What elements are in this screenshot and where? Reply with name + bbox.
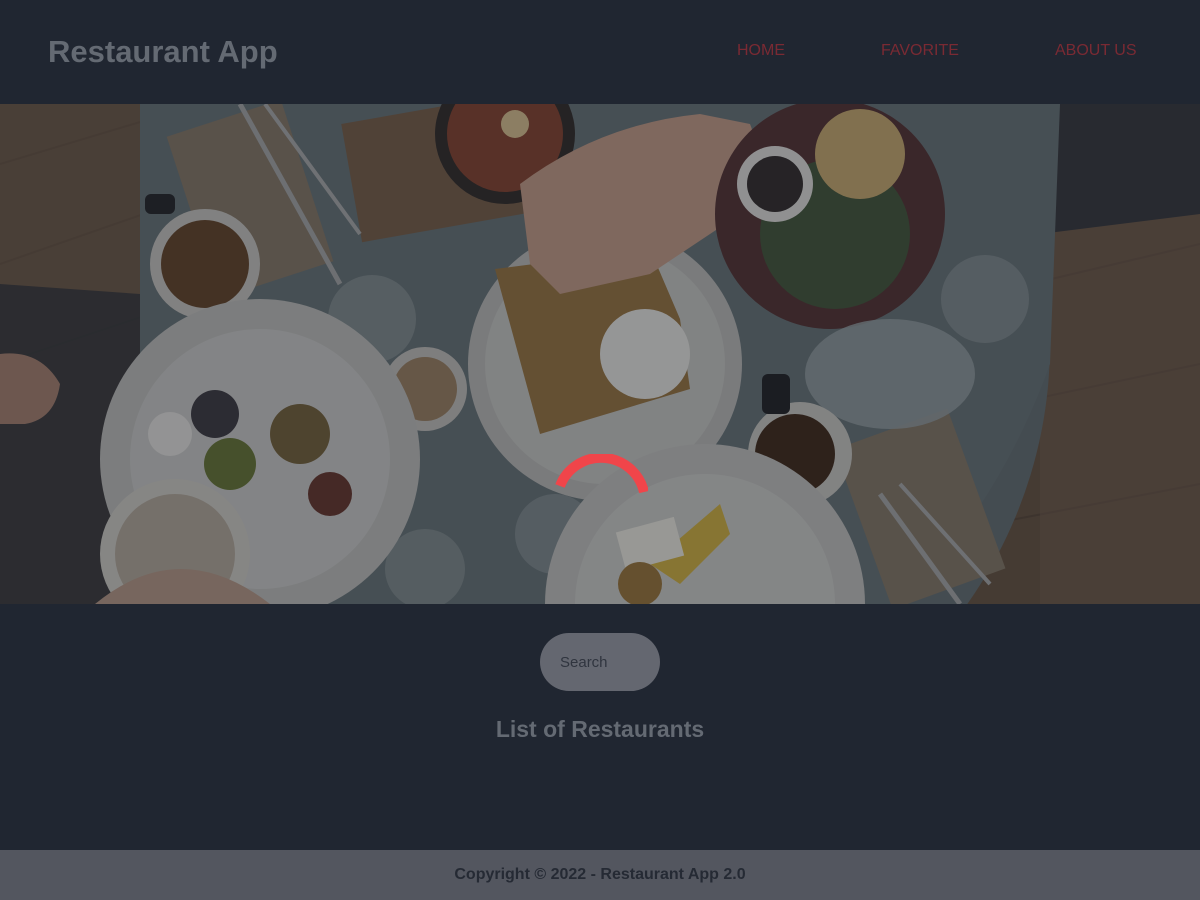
app-header: Restaurant App HOME FAVORITE ABOUT US [0,0,1200,104]
footer-copyright: Copyright © 2022 - Restaurant App 2.0 [454,866,746,883]
app-footer: Copyright © 2022 - Restaurant App 2.0 [0,850,1200,900]
restaurant-list-title: List of Restaurants [495,716,705,742]
search-input[interactable] [540,633,660,691]
nav-link-home[interactable]: HOME [737,40,785,62]
loading-spinner-icon [555,454,648,494]
hero-image [0,104,1200,604]
page: Restaurant App HOME FAVORITE ABOUT US Se… [0,0,1200,900]
nav-link-favorite[interactable]: FAVORITE [881,40,959,62]
main-nav: HOME FAVORITE ABOUT US [0,40,1200,64]
nav-link-about-us[interactable]: ABOUT US [1055,40,1137,62]
